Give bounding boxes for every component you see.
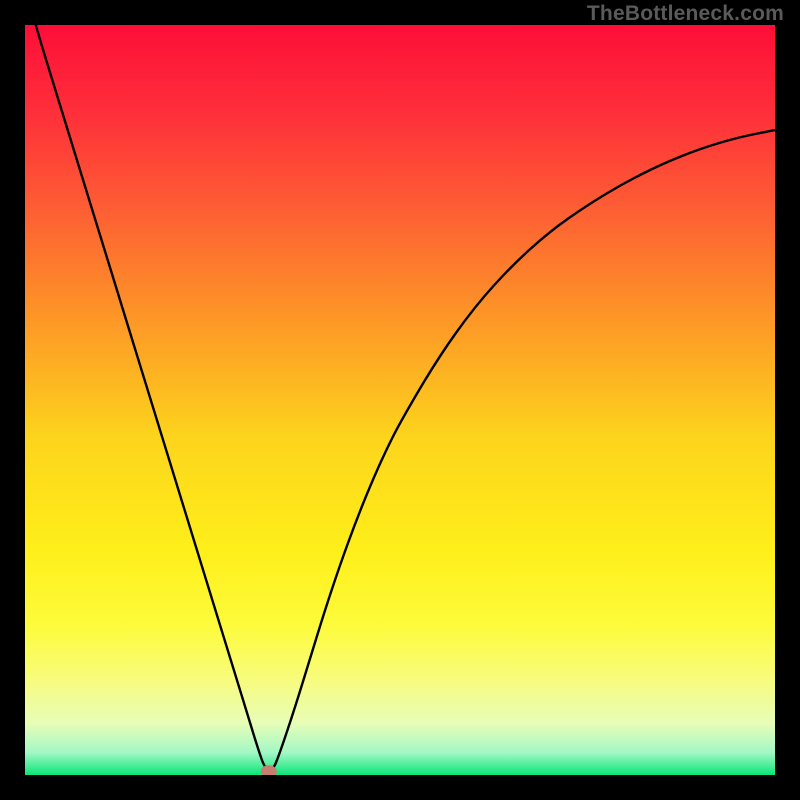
watermark-text: TheBottleneck.com: [587, 2, 784, 26]
chart-svg: [25, 25, 775, 775]
plot-area: [25, 25, 775, 775]
gradient-background: [25, 25, 775, 775]
chart-frame: TheBottleneck.com: [0, 0, 800, 800]
